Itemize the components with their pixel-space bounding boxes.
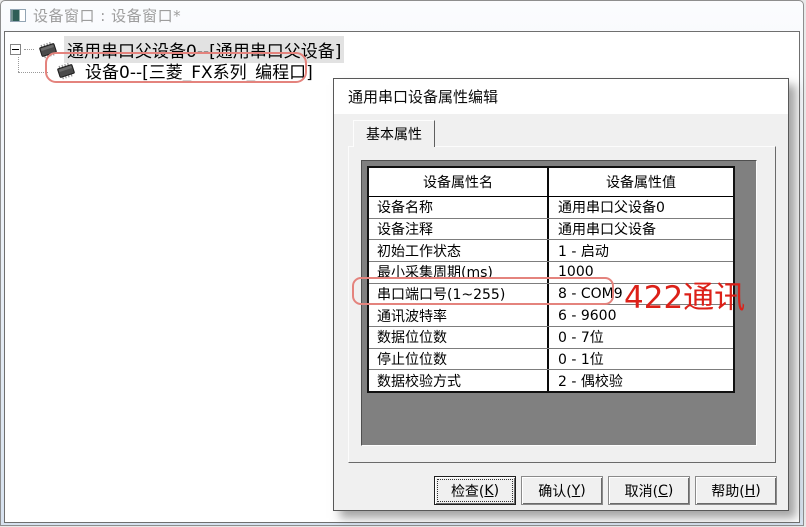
window-title: 设备窗口 : 设备窗口* xyxy=(33,5,181,26)
cell-name: 数据位位数 xyxy=(369,327,549,348)
check-button[interactable]: 检查(K) xyxy=(434,476,516,505)
cell-name: 通讯波特率 xyxy=(369,305,549,326)
dialog-title: 通用串口设备属性编辑 xyxy=(348,86,498,107)
window-icon xyxy=(10,9,26,22)
cell-value[interactable]: 2 - 偶校验 xyxy=(549,370,733,391)
help-button[interactable]: 帮助(H) xyxy=(695,476,777,505)
tree-item-child-device[interactable]: 设备0--[三菱_FX系列_编程口] xyxy=(10,60,316,81)
dialog-button-row: 检查(K) 确认(Y) 取消(C) 帮助(H) xyxy=(334,476,788,505)
cell-value[interactable]: 1000 xyxy=(549,262,733,283)
window-titlebar: 设备窗口 : 设备窗口* xyxy=(1,1,803,30)
chip-icon xyxy=(54,62,78,80)
cancel-button[interactable]: 取消(C) xyxy=(608,476,690,505)
chip-icon xyxy=(36,41,60,59)
cell-value[interactable]: 0 - 7位 xyxy=(549,327,733,348)
cell-value[interactable]: 6 - 9600 xyxy=(549,305,733,326)
cell-name: 设备注释 xyxy=(369,219,549,240)
cell-name: 停止位位数 xyxy=(369,349,549,370)
serial-device-properties-dialog: 通用串口设备属性编辑 基本属性 设备属性名 设备属性值 设备名称 通用串口父设备… xyxy=(333,78,789,511)
cell-value[interactable]: 通用串口父设备 xyxy=(549,219,733,240)
cell-name: 数据校验方式 xyxy=(369,370,549,391)
cell-value[interactable]: 0 - 1位 xyxy=(549,349,733,370)
cell-name: 初始工作状态 xyxy=(369,240,549,261)
cell-name: 最小采集周期(ms) xyxy=(369,262,549,283)
dialog-titlebar: 通用串口设备属性编辑 xyxy=(334,79,788,114)
table-row: 数据校验方式 2 - 偶校验 xyxy=(369,369,733,391)
table-row: 停止位位数 0 - 1位 xyxy=(369,348,733,370)
cell-value[interactable]: 8 - COM9 xyxy=(549,284,733,305)
cell-value[interactable]: 1 - 启动 xyxy=(549,240,733,261)
confirm-button[interactable]: 确认(Y) xyxy=(521,476,603,505)
table-row: 设备注释 通用串口父设备 xyxy=(369,218,733,240)
header-attribute-name: 设备属性名 xyxy=(369,168,549,196)
table-row: 通讯波特率 6 - 9600 xyxy=(369,304,733,326)
cell-name: 串口端口号(1~255) xyxy=(369,284,549,305)
table-row: 最小采集周期(ms) 1000 xyxy=(369,261,733,283)
table-row: 设备名称 通用串口父设备0 xyxy=(369,197,733,218)
property-panel: 设备属性名 设备属性值 设备名称 通用串口父设备0 设备注释 通用串口父设备 初… xyxy=(361,160,757,446)
tab-basic-properties[interactable]: 基本属性 xyxy=(353,120,435,147)
cell-name: 设备名称 xyxy=(369,197,549,218)
tree-item-label[interactable]: 设备0--[三菱_FX系列_编程口] xyxy=(82,57,316,84)
table-row-serial-port: 串口端口号(1~255) 8 - COM9 xyxy=(369,283,733,305)
tab-label: 基本属性 xyxy=(366,124,422,144)
cell-value[interactable]: 通用串口父设备0 xyxy=(549,197,733,218)
header-attribute-value: 设备属性值 xyxy=(549,168,733,196)
table-row: 数据位位数 0 - 7位 xyxy=(369,326,733,348)
table-row: 初始工作状态 1 - 启动 xyxy=(369,239,733,261)
table-body: 设备名称 通用串口父设备0 设备注释 通用串口父设备 初始工作状态 1 - 启动… xyxy=(369,197,733,391)
collapse-minus-icon[interactable] xyxy=(10,44,21,55)
property-table: 设备属性名 设备属性值 设备名称 通用串口父设备0 设备注释 通用串口父设备 初… xyxy=(367,166,735,393)
table-header-row: 设备属性名 设备属性值 xyxy=(369,168,733,197)
tree-connector xyxy=(24,49,34,50)
